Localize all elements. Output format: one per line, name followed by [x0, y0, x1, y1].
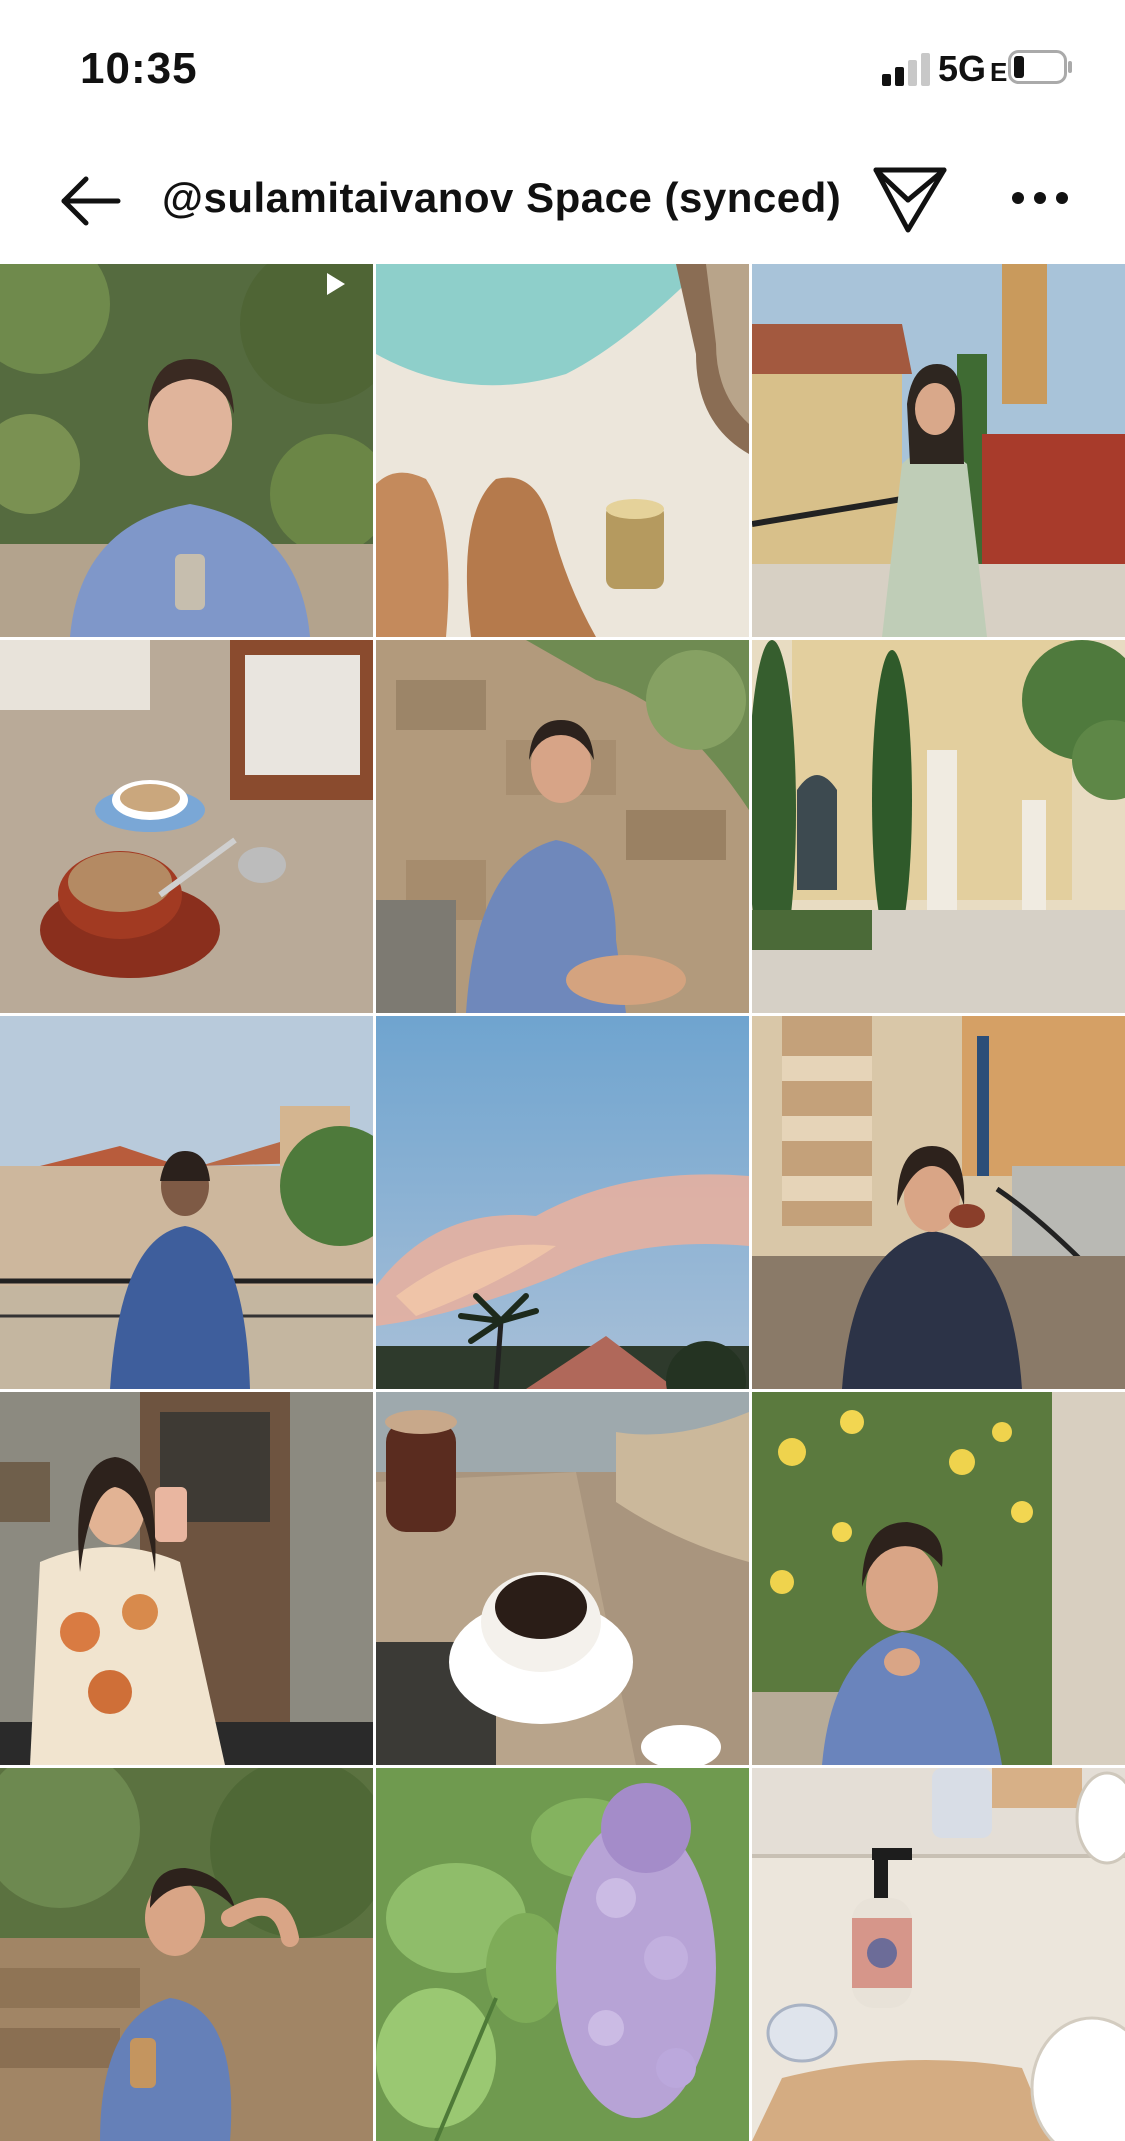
more-horizontal-icon[interactable] [1010, 178, 1070, 218]
reel-icon [327, 273, 345, 295]
header-bar: @sulamitaivanov Space (synced) [0, 140, 1125, 264]
photo-coffee-table [0, 640, 373, 1013]
battery-low-icon [1008, 50, 1072, 84]
photo-soap-dispenser [752, 1768, 1125, 2141]
photo-woman-iced-drink [0, 1768, 373, 2141]
photo-woman-stone-steps [376, 640, 749, 1013]
network-suffix: E [990, 57, 1008, 87]
grid-photo-13[interactable] [0, 1768, 373, 2141]
grid-photo-4[interactable] [0, 640, 373, 1013]
photo-woman-balcony-rooftops [0, 1016, 373, 1389]
grid-photo-10[interactable] [0, 1392, 373, 1765]
network-label: 5G E [938, 48, 1007, 90]
photo-pool-legs [376, 264, 749, 637]
photo-woman-cafe [752, 1016, 1125, 1389]
arrow-left-icon[interactable] [56, 170, 126, 232]
grid-photo-9[interactable] [752, 1016, 1125, 1389]
photo-sunset-palm [376, 1016, 749, 1389]
grid-photo-3[interactable] [752, 264, 1125, 637]
grid-photo-6[interactable] [752, 640, 1125, 1013]
photo-woman-yellow-flowers [752, 1392, 1125, 1765]
grid-photo-12[interactable] [752, 1392, 1125, 1765]
signal-bars-icon [882, 53, 930, 86]
photo-villa-courtyard [752, 640, 1125, 1013]
grid-photo-2[interactable] [376, 264, 749, 637]
status-bar: 10:35 5G E [0, 0, 1125, 140]
photo-lilac-flowers [376, 1768, 749, 2141]
network-type: 5G [938, 48, 987, 89]
grid-photo-7[interactable] [0, 1016, 373, 1389]
grid-photo-8[interactable] [376, 1016, 749, 1389]
status-time: 10:35 [80, 44, 198, 93]
send-icon[interactable] [872, 164, 948, 236]
grid-photo-15[interactable] [752, 1768, 1125, 2141]
photo-woman-balcony-tower [752, 264, 1125, 637]
photo-coffee-drinks [376, 1392, 749, 1765]
grid-photo-1[interactable] [0, 264, 373, 637]
photo-grid [0, 264, 1125, 2141]
grid-photo-11[interactable] [376, 1392, 749, 1765]
photo-mirror-selfie [0, 1392, 373, 1765]
page-title: @sulamitaivanov Space (synced) [162, 174, 842, 221]
grid-photo-14[interactable] [376, 1768, 749, 2141]
grid-photo-5[interactable] [376, 640, 749, 1013]
photo-woman-flowers [0, 264, 373, 637]
